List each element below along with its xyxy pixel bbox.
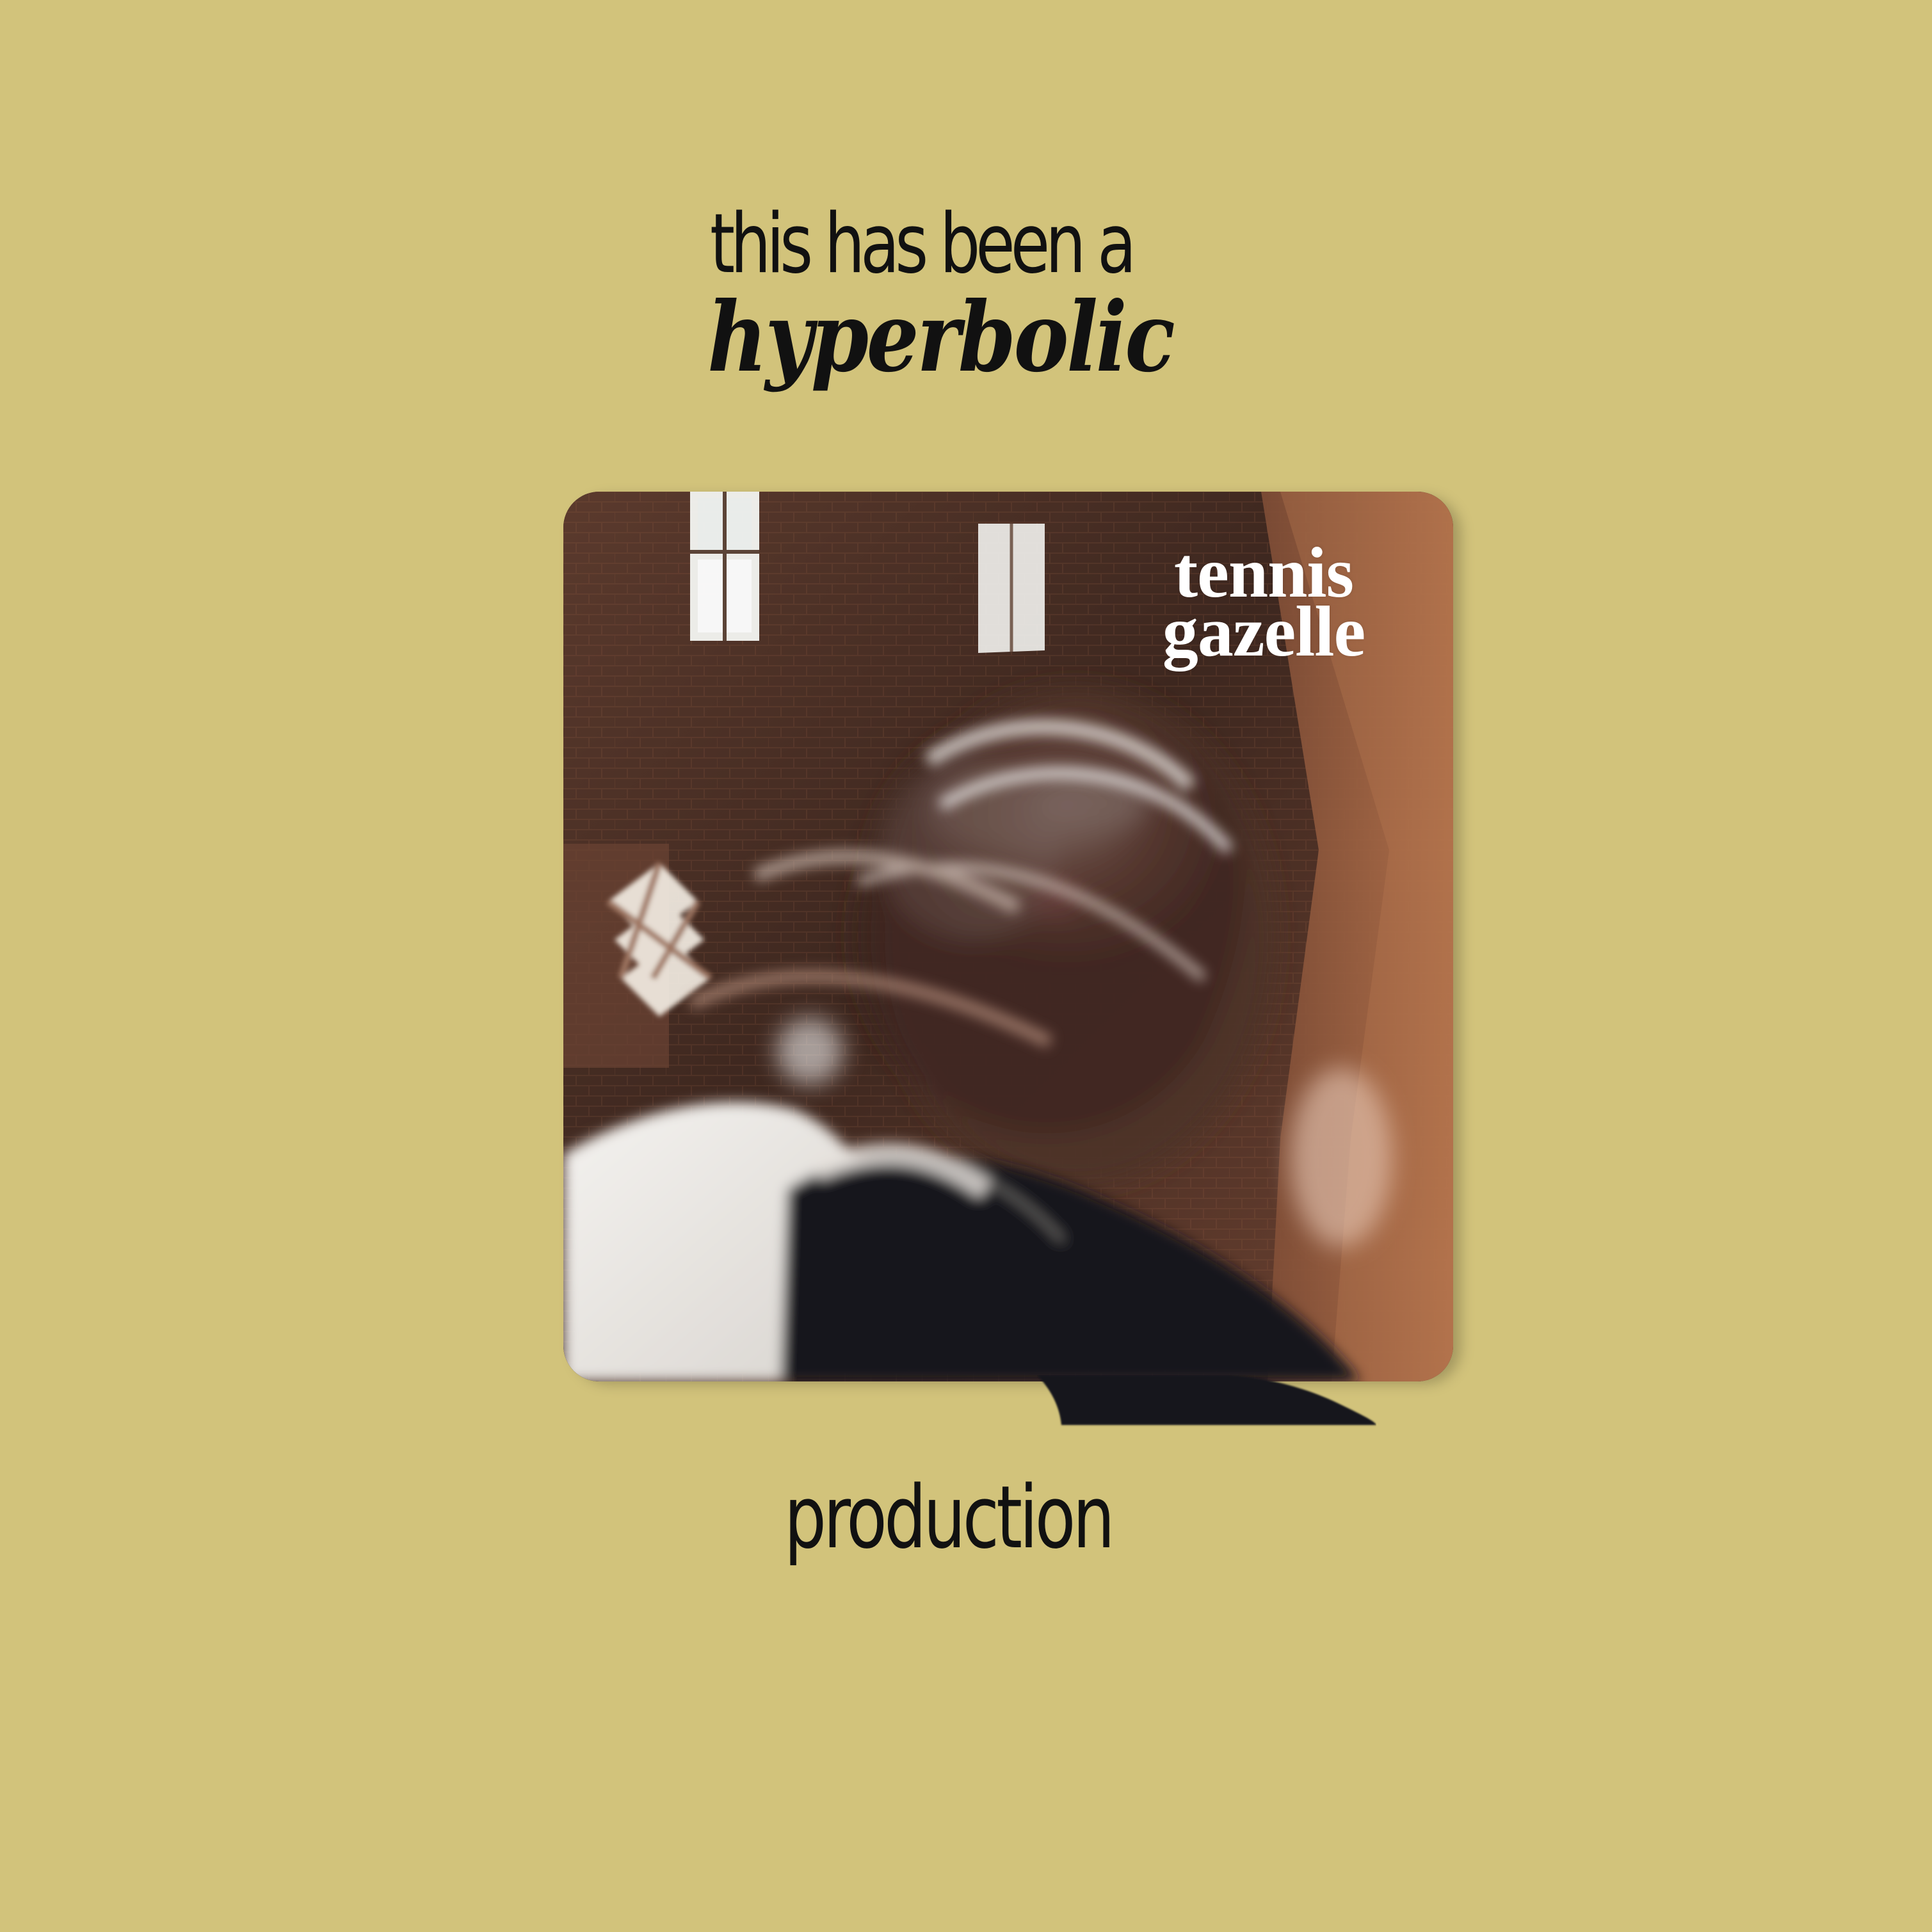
header-line-1: this has been a xyxy=(710,197,1136,292)
footer-line: production xyxy=(784,1467,1115,1568)
header-line-2: hyperbolic xyxy=(707,281,1175,394)
blurred-portrait-photo-icon xyxy=(1037,1375,1376,1425)
photo-bleed xyxy=(1037,1375,1376,1428)
photo-title: tennis gazelle xyxy=(1162,533,1365,672)
